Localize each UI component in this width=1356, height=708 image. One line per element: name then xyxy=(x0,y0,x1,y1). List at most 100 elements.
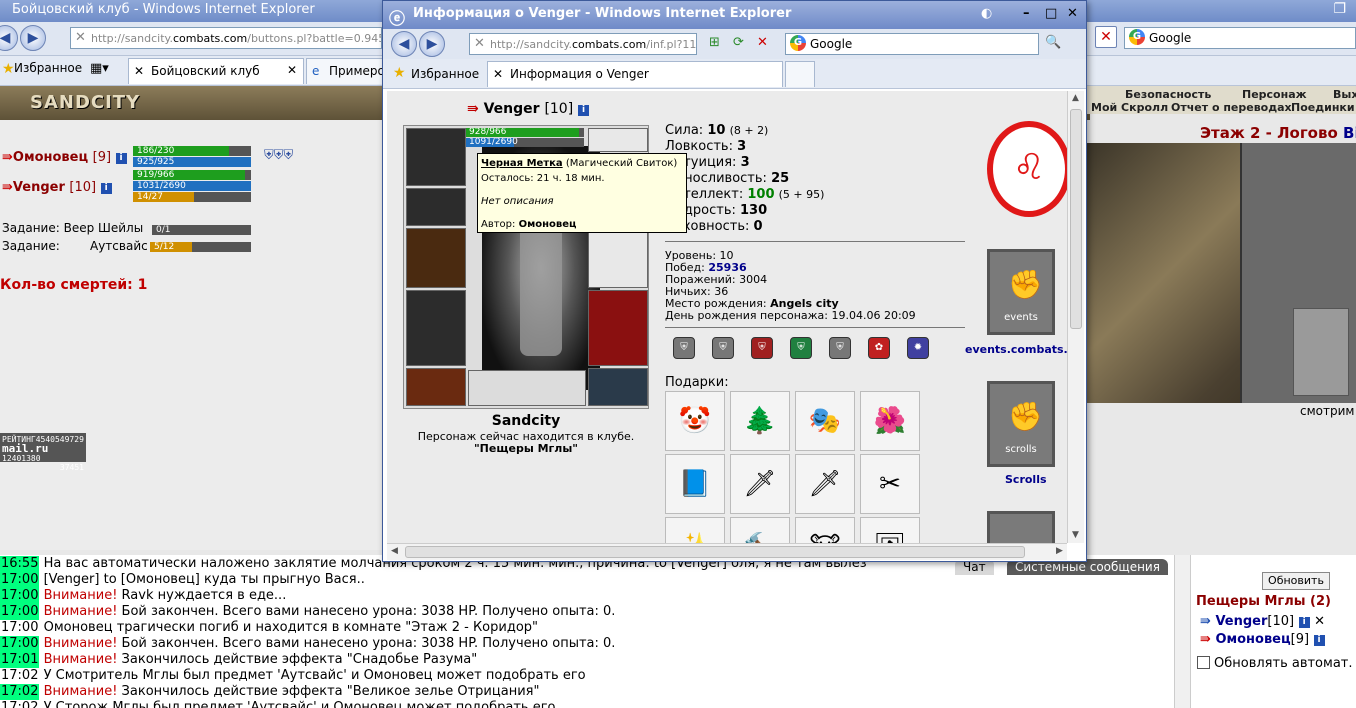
online-player-venger[interactable]: ⇛ Venger[10] i ✕ xyxy=(1200,614,1325,629)
minimize-button[interactable]: – xyxy=(1023,6,1030,21)
chat-timestamp[interactable]: 17:02 xyxy=(0,684,40,700)
events-link[interactable]: events.combats.c xyxy=(965,343,1067,356)
medal-icon[interactable]: ✿ xyxy=(868,337,890,359)
gift-item[interactable]: 🐮 xyxy=(795,517,855,543)
chat-timestamp[interactable]: 17:02 xyxy=(0,668,39,684)
medal-icon[interactable]: ⛨ xyxy=(751,337,773,359)
refresh-button[interactable]: Обновить xyxy=(1262,572,1330,590)
helmet-slot[interactable] xyxy=(406,128,466,186)
stop-icon[interactable]: ✕ xyxy=(757,35,768,50)
info-icon[interactable]: i xyxy=(1298,617,1310,628)
chat-timestamp[interactable]: 16:55 xyxy=(0,556,40,572)
tab-info-venger[interactable]: ✕ Информация о Venger xyxy=(487,61,783,87)
gift-item[interactable]: 🗡 xyxy=(795,454,855,514)
menu-transfers[interactable]: Отчет о переводах xyxy=(1171,101,1292,114)
legs-slot[interactable] xyxy=(588,290,648,366)
armor-slot[interactable] xyxy=(406,290,466,366)
help-icon[interactable]: ◐ xyxy=(981,6,992,21)
tab-fight-club[interactable]: ✕ Бойцовский клуб ✕ xyxy=(128,58,304,84)
chat-timestamp[interactable]: 17:01 xyxy=(0,652,40,668)
menu-fights[interactable]: Поединки xyxy=(1291,101,1355,114)
chat-timestamp[interactable]: 17:00 xyxy=(0,636,40,652)
compat-icon[interactable]: ⊞ xyxy=(709,35,720,50)
stop-button[interactable]: ✕ xyxy=(1095,26,1117,48)
info-icon[interactable]: i xyxy=(100,183,112,194)
scrolls-link[interactable]: Scrolls xyxy=(1005,473,1047,486)
menu-exit[interactable]: Вых xyxy=(1333,88,1356,101)
close-tab-icon[interactable]: ✕ xyxy=(287,63,297,77)
mailru-counter[interactable]: РЕЙТИНГ4540549729 mail.ru 12401380 37451 xyxy=(0,433,86,472)
gift-item[interactable]: 🔨 xyxy=(730,517,790,543)
belt-slot[interactable] xyxy=(406,368,466,406)
popup-horizontal-scrollbar[interactable]: ◀ ▶ xyxy=(387,543,1067,560)
info-icon[interactable]: i xyxy=(578,105,590,116)
weapon-slot[interactable] xyxy=(406,228,466,288)
favorites-button[interactable]: Избранное xyxy=(14,61,82,75)
chat-timestamp[interactable]: 17:00 xyxy=(0,620,39,636)
forward-button[interactable]: ▶ xyxy=(419,31,445,57)
auto-refresh-checkbox[interactable]: Обновлять автомат. xyxy=(1197,656,1353,671)
forward-button[interactable]: ▶ xyxy=(20,25,46,51)
restore-icon[interactable]: ❐ xyxy=(1333,1,1346,17)
boots-slot[interactable] xyxy=(588,368,648,406)
menu-character[interactable]: Персонаж xyxy=(1242,88,1307,101)
gift-item[interactable]: 🌲 xyxy=(730,391,790,451)
gift-item[interactable]: 🤡 xyxy=(665,391,725,451)
tab-fitting[interactable]: e Примерочн xyxy=(306,58,386,84)
new-tab-button[interactable] xyxy=(785,61,815,87)
events-banner[interactable]: ✊ events xyxy=(987,249,1055,335)
chat-timestamp[interactable]: 17:02 xyxy=(0,700,39,708)
bracers-slot[interactable] xyxy=(406,188,466,226)
third-banner[interactable] xyxy=(987,511,1055,543)
bg-address-bar[interactable]: ✕ http://sandcity.combats.com/buttons.pl… xyxy=(70,27,382,49)
gift-item[interactable]: ✨ xyxy=(665,517,725,543)
medal-icon[interactable]: ⛨ xyxy=(790,337,812,359)
chat-scrollbar[interactable] xyxy=(1174,555,1190,708)
earrings-slot[interactable] xyxy=(588,128,648,152)
scroll-thumb[interactable] xyxy=(1070,109,1082,329)
medal-icon[interactable]: ⛨ xyxy=(712,337,734,359)
medal-icon[interactable]: ⛨ xyxy=(829,337,851,359)
chat-timestamp[interactable]: 17:00 xyxy=(0,588,40,604)
bg-search-box[interactable]: G Google xyxy=(1124,27,1356,49)
gift-item[interactable]: 🗡 xyxy=(730,454,790,514)
refresh-icon[interactable]: ⟳ xyxy=(733,35,744,50)
search-icon[interactable]: 🔍 xyxy=(1045,35,1061,50)
popup-vertical-scrollbar[interactable]: ▲ ▼ xyxy=(1067,91,1084,543)
gift-item[interactable]: 🖼 xyxy=(860,517,920,543)
scroll-right-icon[interactable]: ▶ xyxy=(1052,544,1067,559)
chat-timestamp[interactable]: 17:00 xyxy=(0,572,40,588)
favorites-button[interactable]: Избранное xyxy=(411,67,479,81)
tab-grid-icon[interactable]: ▦▾ xyxy=(90,61,109,76)
info-icon[interactable]: i xyxy=(115,153,127,164)
checkbox[interactable] xyxy=(1197,656,1210,669)
close-button[interactable]: ✕ xyxy=(1067,6,1078,21)
maximize-button[interactable]: □ xyxy=(1045,6,1057,21)
scroll-down-icon[interactable]: ▼ xyxy=(1068,528,1083,543)
scrolls-banner[interactable]: ✊ scrolls xyxy=(987,381,1055,467)
scroll-left-icon[interactable]: ◀ xyxy=(387,544,402,559)
gift-item[interactable]: ✂ xyxy=(860,454,920,514)
menu-my-scroll[interactable]: Мой Скролл xyxy=(1091,101,1168,114)
back-button[interactable]: ◀ xyxy=(0,25,18,51)
menu-security[interactable]: Безопасность xyxy=(1125,88,1211,101)
gift-item[interactable]: 🎭 xyxy=(795,391,855,451)
close-icon[interactable]: ✕ xyxy=(1314,614,1325,629)
gift-item[interactable]: 🌺 xyxy=(860,391,920,451)
online-player-omonovets[interactable]: ⇛ Омоновец[9] i xyxy=(1200,632,1325,647)
weapon2-slot[interactable] xyxy=(588,230,648,288)
info-icon[interactable]: i xyxy=(1313,635,1325,646)
scroll-up-icon[interactable]: ▲ xyxy=(1068,91,1083,106)
player-venger[interactable]: ⇛Venger [10] i xyxy=(2,180,112,195)
gift-item[interactable]: 📘 xyxy=(665,454,725,514)
player-omonovets[interactable]: ⇛Омоновец [9] i xyxy=(2,150,127,165)
popup-address-bar[interactable]: ✕ http://sandcity.combats.com/inf.pl?11 xyxy=(469,33,697,55)
scroll-thumb[interactable] xyxy=(405,546,1025,558)
medal-icon[interactable]: ⛨ xyxy=(673,337,695,359)
back-button[interactable]: ◀ xyxy=(391,31,417,57)
medal-icon[interactable]: ✹ xyxy=(907,337,929,359)
dungeon-view[interactable] xyxy=(1085,143,1356,403)
popup-search-box[interactable]: G Google xyxy=(785,33,1039,55)
chat-timestamp[interactable]: 17:00 xyxy=(0,604,40,620)
lion-emblem-icon[interactable]: ♌ xyxy=(987,121,1067,217)
